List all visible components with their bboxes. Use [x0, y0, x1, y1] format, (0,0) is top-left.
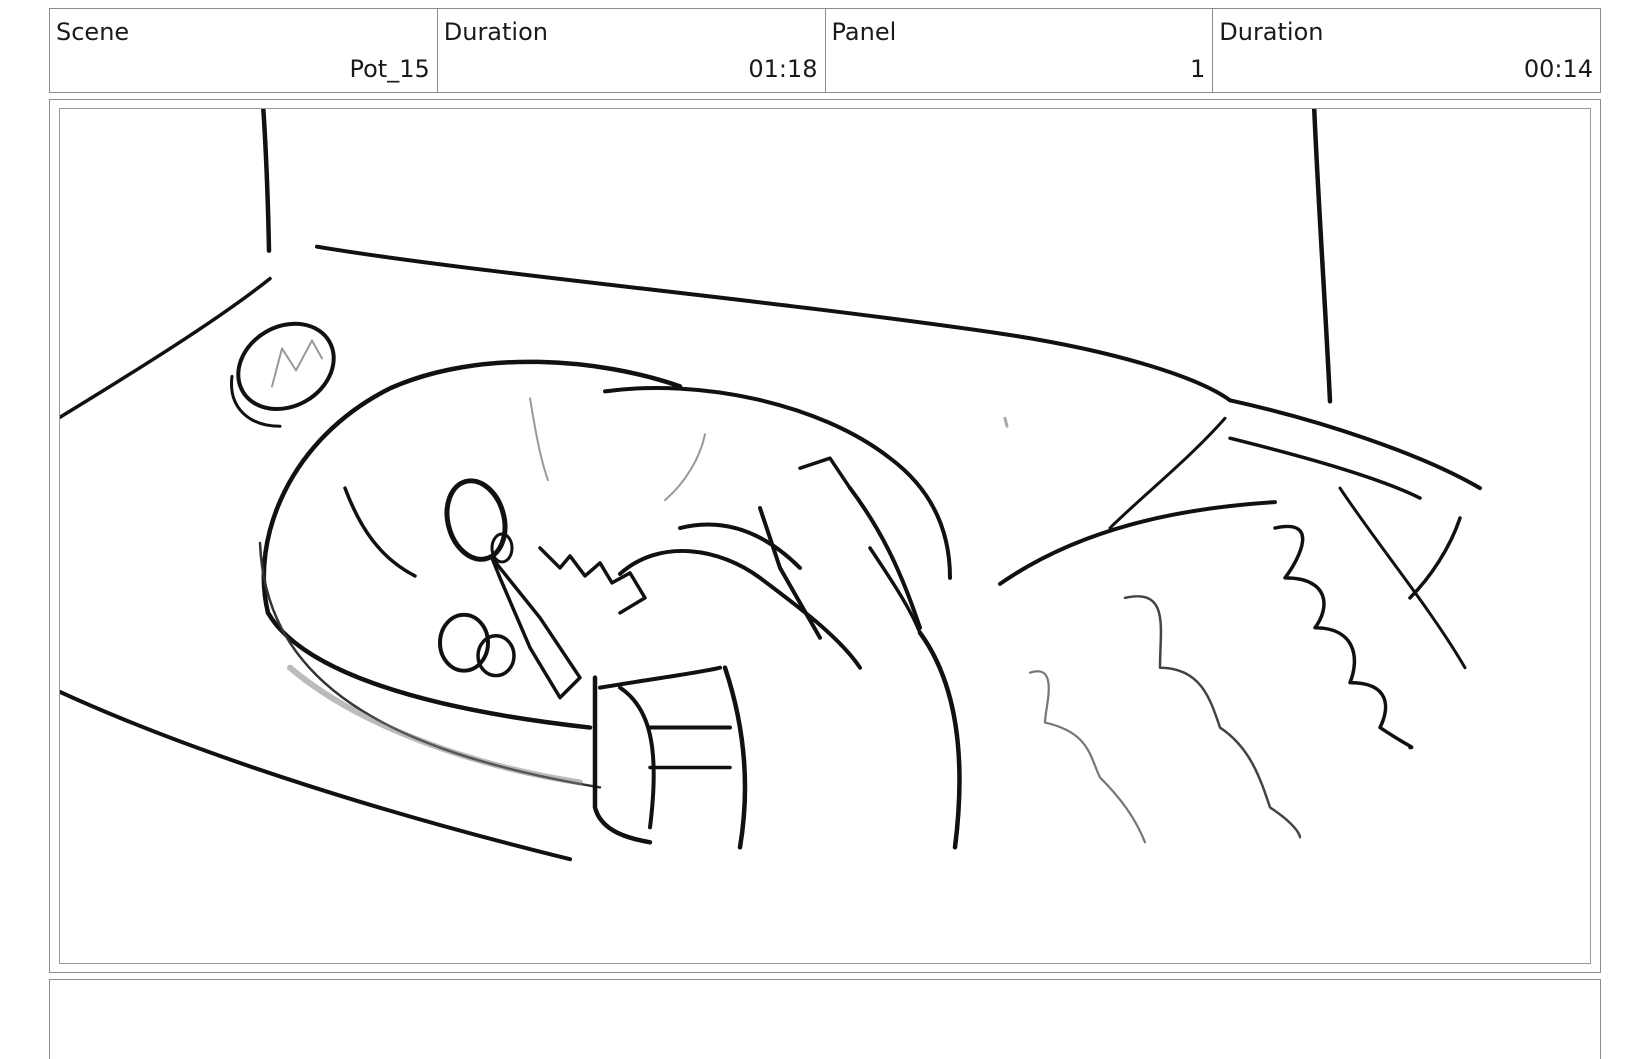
storyboard-sketch: [60, 109, 1482, 862]
scene-value: Pot_15: [349, 55, 430, 83]
panel-label: Panel: [831, 18, 897, 46]
panel-value: 1: [1189, 55, 1206, 83]
storyboard-drawing-area: [59, 108, 1591, 964]
panel-info-table: Scene Pot_15 Duration 01:18 Panel 1 Dura…: [49, 8, 1601, 93]
scene-cell: Scene Pot_15: [50, 9, 438, 92]
panel-notes-box: [49, 979, 1601, 1059]
scene-label: Scene: [56, 18, 130, 46]
scene-duration-label: Duration: [443, 18, 548, 46]
scene-duration-value: 01:18: [748, 55, 818, 83]
panel-duration-label: Duration: [1219, 18, 1324, 46]
panel-duration-cell: Duration 00:14: [1213, 9, 1600, 92]
scene-duration-cell: Duration 01:18: [438, 9, 826, 92]
panel-duration-value: 00:14: [1523, 55, 1593, 83]
panel-cell: Panel 1: [826, 9, 1214, 92]
storyboard-panel-frame: [49, 99, 1601, 973]
